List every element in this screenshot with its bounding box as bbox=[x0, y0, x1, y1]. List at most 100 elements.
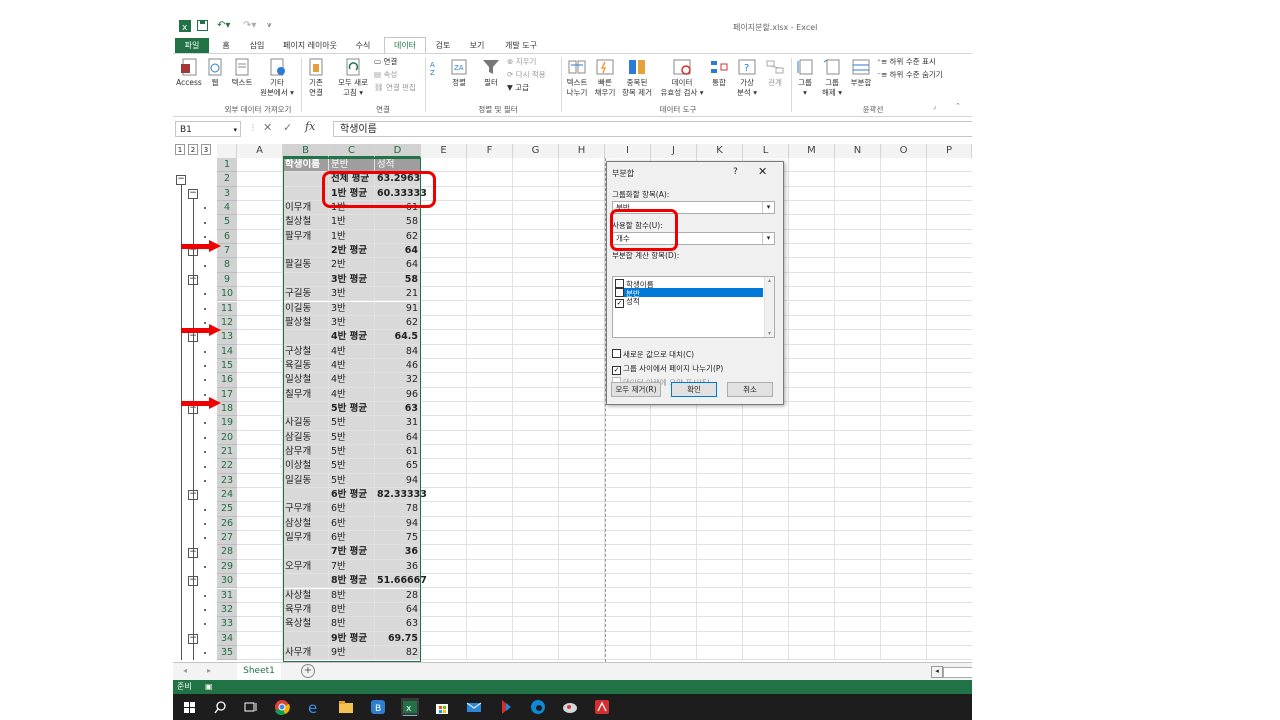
cell[interactable] bbox=[651, 545, 697, 560]
cell[interactable] bbox=[651, 430, 697, 445]
row-header[interactable]: 22 bbox=[217, 459, 237, 474]
cell[interactable] bbox=[789, 459, 835, 474]
cell[interactable] bbox=[559, 287, 605, 302]
cell[interactable] bbox=[835, 373, 881, 388]
page-break-checkbox[interactable]: ✓ 그룹 사이에서 페이지 나누기(P) bbox=[612, 363, 723, 375]
cell[interactable] bbox=[789, 215, 835, 230]
row-header[interactable]: 27 bbox=[217, 531, 237, 546]
web-button[interactable]: 웹 bbox=[205, 58, 225, 88]
cancel-button[interactable]: 취소 bbox=[727, 382, 773, 397]
cell[interactable] bbox=[881, 459, 927, 474]
row-header[interactable]: 34 bbox=[217, 631, 237, 646]
cell[interactable] bbox=[743, 488, 789, 503]
cell[interactable] bbox=[467, 229, 513, 245]
cell[interactable] bbox=[467, 315, 513, 331]
cell[interactable] bbox=[789, 373, 835, 388]
cell[interactable] bbox=[559, 516, 605, 532]
cell[interactable] bbox=[513, 416, 559, 431]
row-header[interactable]: 25 bbox=[217, 502, 237, 517]
chrome-icon[interactable] bbox=[273, 698, 291, 716]
cell[interactable] bbox=[835, 459, 881, 474]
cell[interactable] bbox=[559, 330, 605, 345]
cell[interactable] bbox=[559, 244, 605, 259]
cell[interactable] bbox=[467, 330, 513, 345]
cell[interactable] bbox=[237, 488, 283, 503]
help-button[interactable]: ? bbox=[733, 167, 738, 177]
cell[interactable] bbox=[835, 502, 881, 517]
cell[interactable] bbox=[789, 445, 835, 460]
cell[interactable] bbox=[743, 617, 789, 632]
cell[interactable] bbox=[467, 401, 513, 417]
cell[interactable] bbox=[513, 602, 559, 618]
cell[interactable] bbox=[559, 502, 605, 517]
edge-legacy-icon[interactable]: e bbox=[305, 698, 323, 716]
cell-score[interactable]: 82 bbox=[375, 645, 421, 661]
cell[interactable] bbox=[881, 473, 927, 489]
cell[interactable] bbox=[835, 186, 881, 202]
cell[interactable] bbox=[835, 416, 881, 431]
cell[interactable] bbox=[835, 559, 881, 575]
cell[interactable] bbox=[467, 201, 513, 216]
cell-class[interactable]: 8반 bbox=[329, 617, 375, 632]
cell[interactable] bbox=[927, 459, 972, 474]
cell[interactable] bbox=[237, 545, 283, 560]
cell-student-name[interactable] bbox=[283, 545, 329, 560]
row-header[interactable]: 20 bbox=[217, 430, 237, 445]
cell-score[interactable]: 64.5 bbox=[375, 330, 421, 345]
cell[interactable] bbox=[237, 631, 283, 646]
row-header[interactable]: 9 bbox=[217, 272, 237, 288]
name-box[interactable]: B1 ▾ bbox=[175, 121, 241, 137]
cell[interactable] bbox=[559, 301, 605, 316]
cell[interactable] bbox=[513, 330, 559, 345]
cell[interactable] bbox=[513, 301, 559, 316]
cell-score[interactable]: 64 bbox=[375, 602, 421, 618]
cell[interactable] bbox=[743, 602, 789, 618]
cell[interactable] bbox=[881, 617, 927, 632]
cell[interactable] bbox=[237, 559, 283, 575]
column-header-i[interactable]: I bbox=[605, 144, 651, 158]
cell[interactable] bbox=[467, 244, 513, 259]
cell[interactable] bbox=[927, 474, 972, 489]
row-header[interactable]: 28 bbox=[217, 545, 237, 560]
cell[interactable] bbox=[789, 631, 835, 646]
cell[interactable] bbox=[835, 430, 881, 445]
cell-score[interactable]: 63 bbox=[375, 401, 421, 417]
cell[interactable] bbox=[927, 316, 972, 331]
cell-class[interactable]: 9반 bbox=[329, 645, 375, 661]
cell[interactable] bbox=[651, 445, 697, 460]
cell[interactable] bbox=[743, 502, 789, 517]
cell[interactable] bbox=[927, 158, 972, 173]
cell[interactable] bbox=[237, 186, 283, 202]
cell[interactable] bbox=[881, 445, 927, 460]
cell[interactable] bbox=[421, 344, 467, 359]
checkbox-unchecked[interactable] bbox=[615, 279, 624, 288]
cell[interactable] bbox=[927, 215, 972, 230]
cell[interactable] bbox=[605, 459, 651, 474]
cell[interactable] bbox=[421, 330, 467, 345]
cell[interactable] bbox=[605, 531, 651, 546]
cell[interactable] bbox=[559, 545, 605, 560]
cell[interactable] bbox=[881, 158, 927, 173]
cell[interactable] bbox=[467, 272, 513, 288]
cell[interactable] bbox=[927, 273, 972, 288]
reapply-button[interactable]: ⟳ 다시 적용 bbox=[507, 69, 546, 80]
cell[interactable] bbox=[697, 459, 743, 474]
cell-student-name[interactable]: 이상철 bbox=[283, 459, 329, 474]
cell[interactable] bbox=[605, 516, 651, 532]
cell[interactable] bbox=[421, 416, 467, 431]
cell[interactable] bbox=[559, 186, 605, 202]
cell[interactable] bbox=[559, 229, 605, 245]
cell[interactable] bbox=[881, 330, 927, 345]
formula-input[interactable]: 학생이름 bbox=[333, 121, 972, 137]
subtotal-button[interactable]: 부분합 bbox=[847, 58, 875, 88]
cell[interactable] bbox=[927, 646, 972, 661]
cell[interactable] bbox=[927, 388, 972, 402]
cell[interactable] bbox=[697, 602, 743, 618]
tab-home[interactable]: 홈 bbox=[215, 38, 237, 53]
cell[interactable] bbox=[927, 258, 972, 273]
show-detail-button[interactable]: ⁺≡ 하위 수준 표시 bbox=[877, 56, 936, 67]
cell[interactable] bbox=[467, 416, 513, 431]
edit-links-button[interactable]: ⛓ 연결 편집 bbox=[374, 82, 416, 93]
cell[interactable] bbox=[743, 516, 789, 532]
cell[interactable] bbox=[513, 588, 559, 603]
